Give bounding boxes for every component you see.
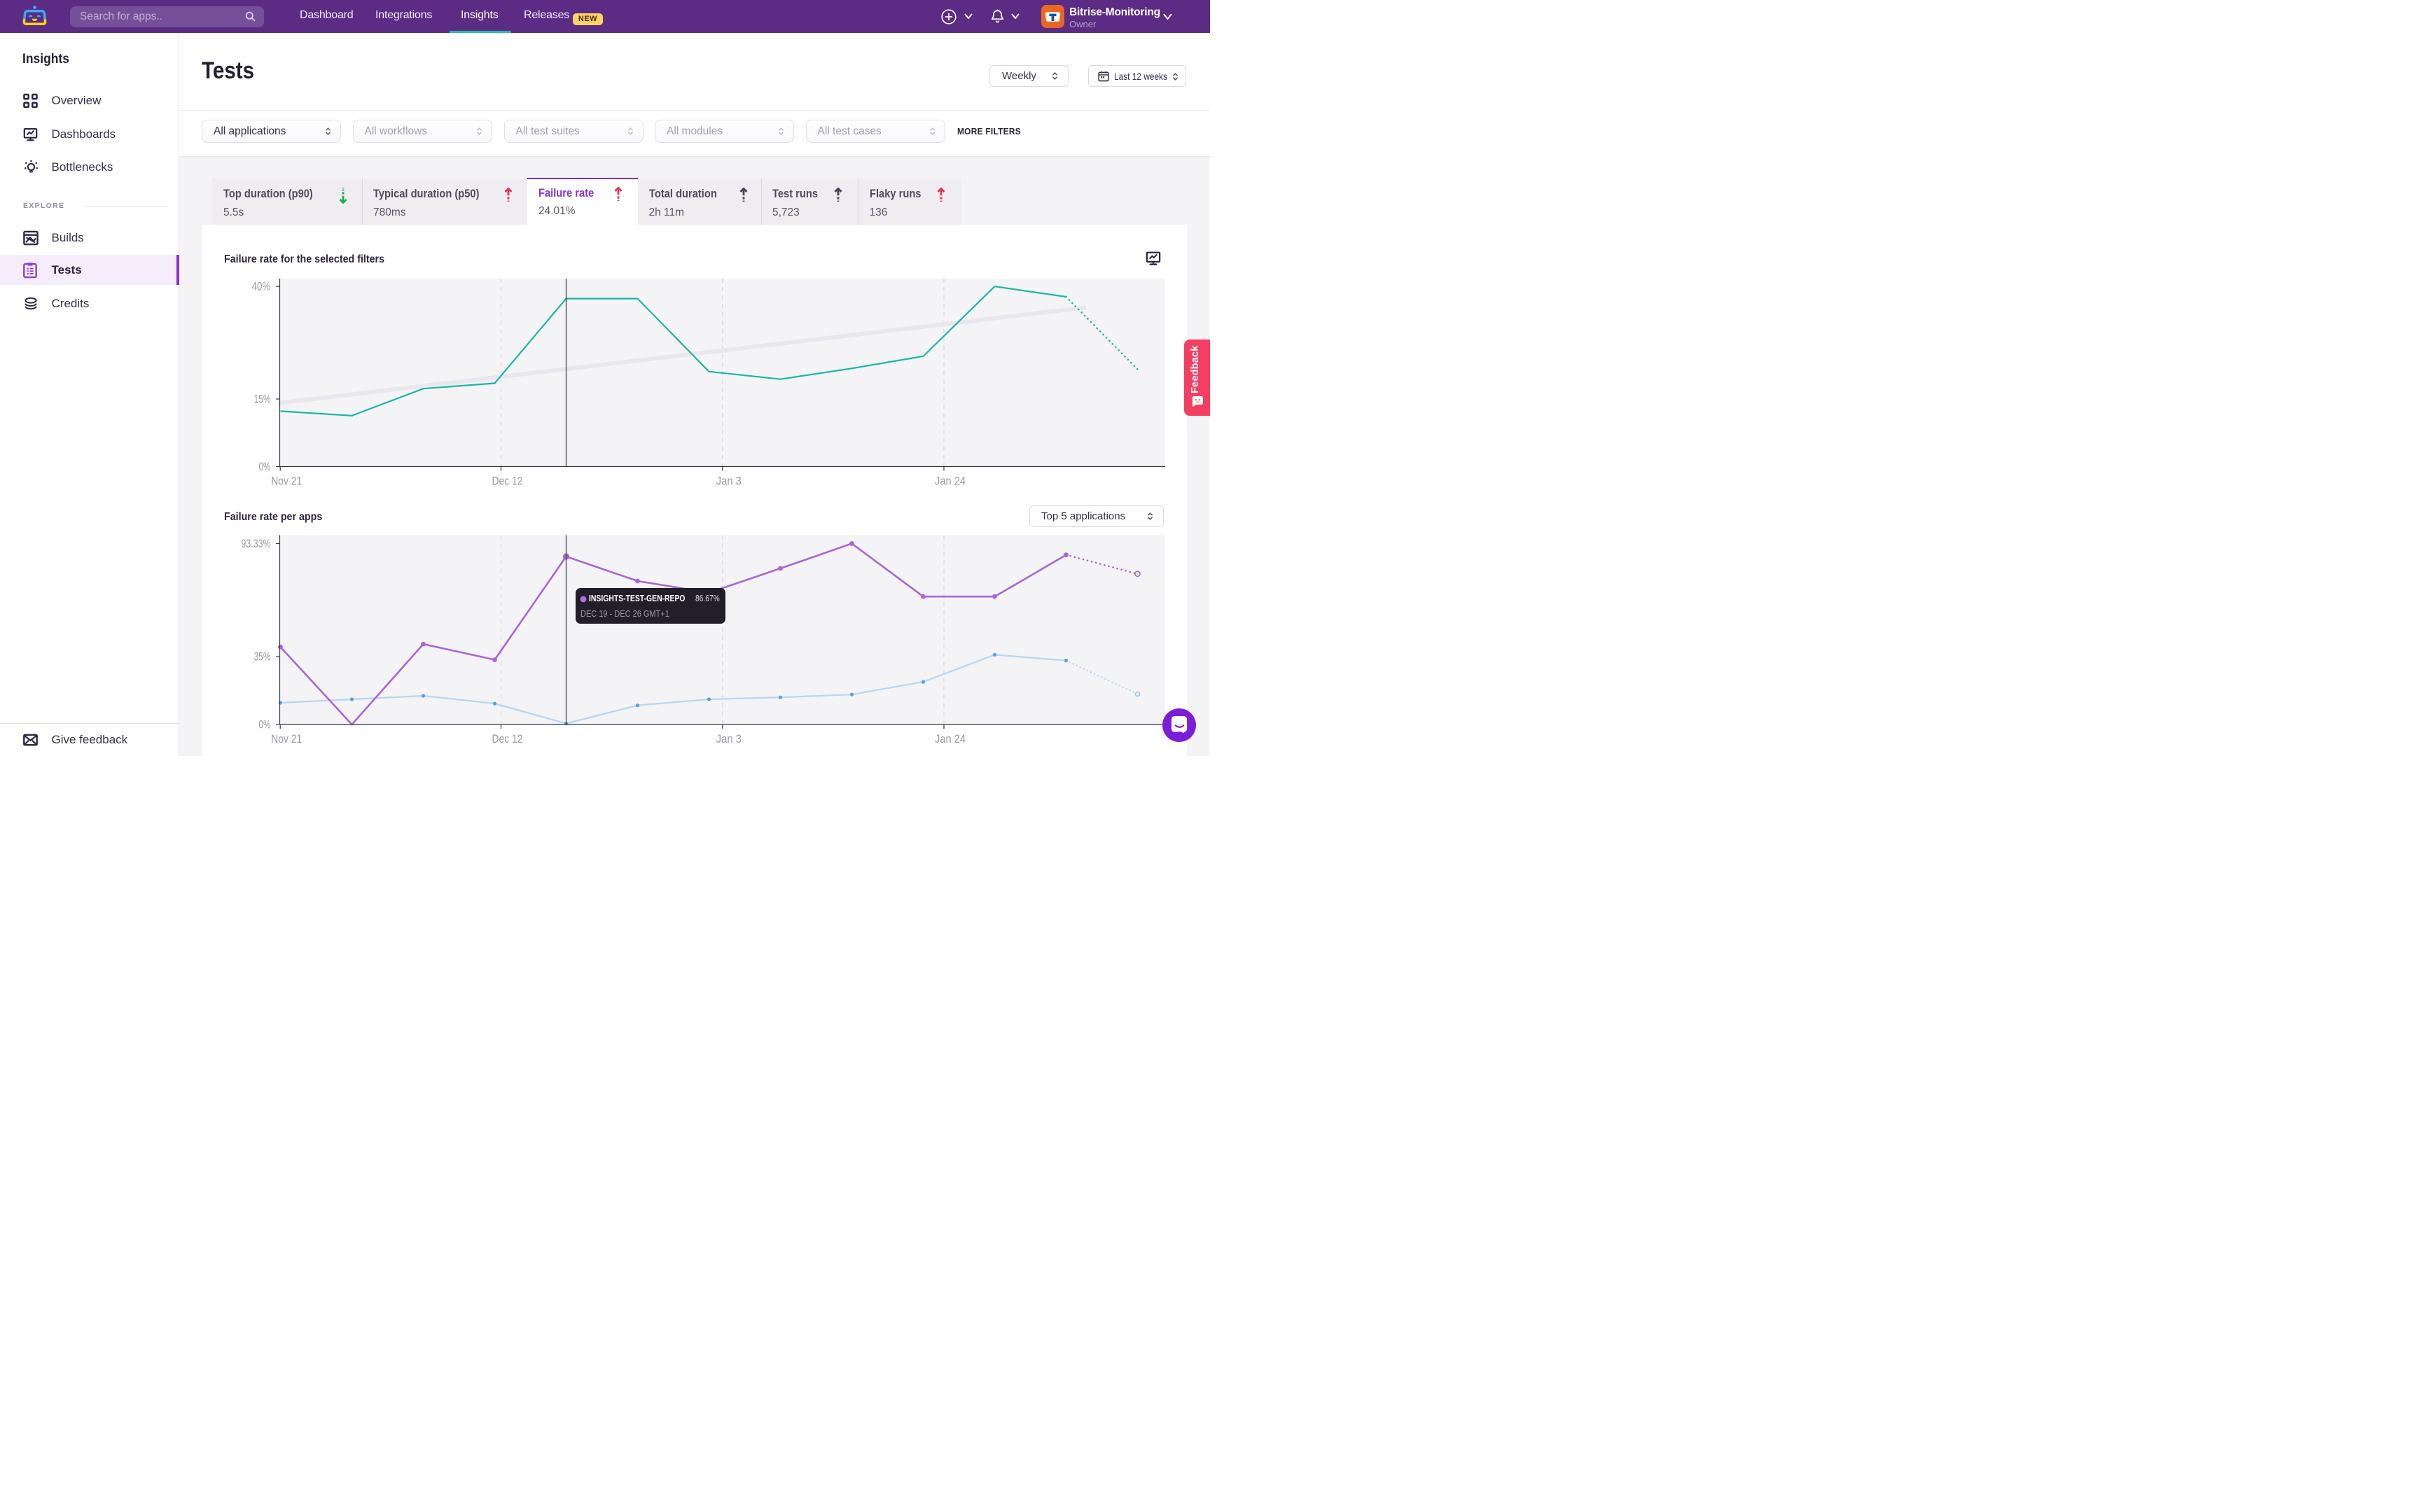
svg-text:93.33%: 93.33% <box>242 538 271 550</box>
svg-text:0%: 0% <box>259 461 271 473</box>
svg-text:Dec 12: Dec 12 <box>492 475 523 488</box>
svg-text:Jan 3: Jan 3 <box>716 475 742 488</box>
svg-text:Nov 21: Nov 21 <box>271 475 302 488</box>
svg-text:Jan 24: Jan 24 <box>935 475 966 488</box>
svg-text:15%: 15% <box>254 393 271 406</box>
svg-text:Dec 12: Dec 12 <box>492 733 523 746</box>
svg-text:Nov 21: Nov 21 <box>271 733 302 746</box>
svg-text:Jan 24: Jan 24 <box>935 733 966 746</box>
svg-text:0%: 0% <box>259 719 271 732</box>
svg-text:35%: 35% <box>254 651 271 664</box>
svg-text:Jan 3: Jan 3 <box>716 733 742 746</box>
svg-text:40%: 40% <box>252 281 271 293</box>
